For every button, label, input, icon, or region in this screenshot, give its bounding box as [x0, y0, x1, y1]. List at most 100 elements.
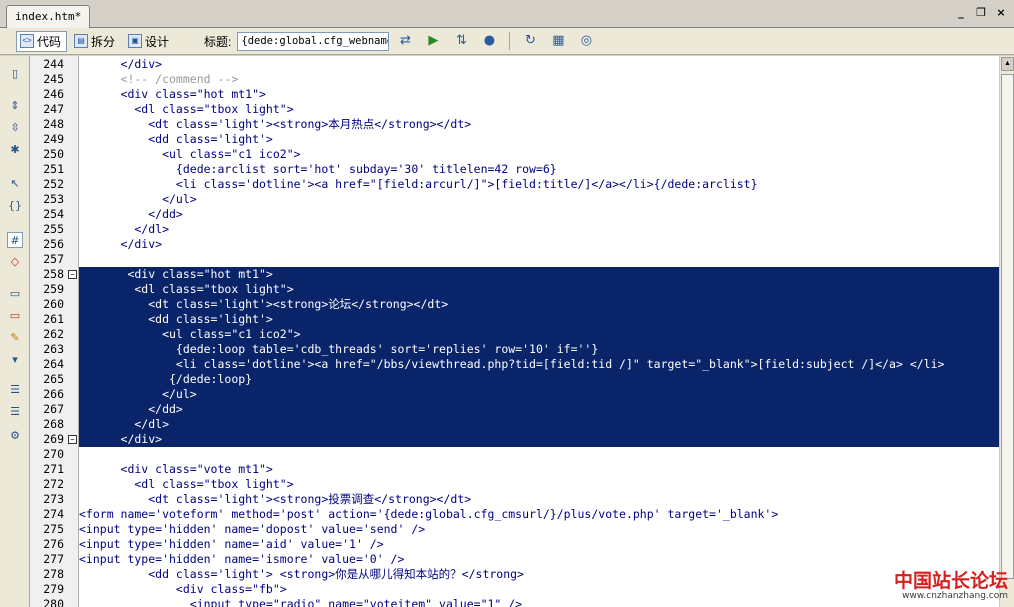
line-number: 255 — [43, 222, 64, 236]
line-number: 279 — [43, 582, 64, 596]
code-line: </div> — [79, 57, 163, 71]
code-line: <dt class='light'><strong>论坛</strong></d… — [79, 297, 449, 312]
code-line: <ul class="c1 ico2"> — [79, 147, 301, 161]
code-line: <input type="radio" name="voteitem" valu… — [79, 597, 523, 607]
line-number: 261 — [43, 312, 64, 326]
document-tab-title: index.htm* — [15, 10, 82, 23]
line-number: 264 — [43, 357, 64, 371]
fold-toggle-icon[interactable]: − — [68, 270, 77, 279]
code-line: </ul> — [79, 192, 197, 206]
code-line: </dd> — [79, 402, 183, 417]
code-line: </dd> — [79, 207, 183, 221]
line-number: 276 — [43, 537, 64, 551]
code-line: {/dede:loop} — [79, 372, 253, 387]
outdent-code-icon[interactable]: ☰ — [7, 404, 23, 420]
code-view-label: 代码 — [37, 34, 62, 49]
restore-icon[interactable]: ❐ — [974, 6, 988, 20]
line-number: 246 — [43, 87, 64, 101]
line-number: 252 — [43, 177, 64, 191]
coding-toolbar: ▯ ⇕ ⇳ ✱ ↖ {} # ◇ ▭ ▭ ✎ ▾ ☰ ☰ ⚙ — [0, 56, 30, 607]
line-number: 260 — [43, 297, 64, 311]
recent-snippets-icon[interactable]: ▾ — [7, 352, 23, 368]
balance-braces-icon[interactable]: {} — [7, 198, 23, 214]
split-view-label: 拆分 — [91, 34, 116, 49]
vertical-scrollbar[interactable]: ▲ — [999, 56, 1014, 607]
visual-aids-icon[interactable]: ◎ — [574, 31, 598, 51]
code-line: <dt class='light'><strong>本月热点</strong><… — [79, 117, 472, 131]
code-line: <form name='voteform' method='post' acti… — [79, 507, 779, 521]
line-number: 272 — [43, 477, 64, 491]
preview-browser-icon[interactable]: ▶ — [421, 31, 445, 51]
line-numbers-icon[interactable]: # — [7, 232, 23, 248]
code-view-button[interactable]: <> 代码 — [16, 30, 68, 52]
code-line: <dd class='light'> — [79, 312, 273, 327]
line-number: 259 — [43, 282, 64, 296]
design-view-icon: ▣ — [128, 34, 143, 48]
code-line: </ul> — [79, 387, 197, 402]
line-number: 248 — [43, 117, 64, 131]
line-number: 262 — [43, 327, 64, 341]
remove-comment-icon[interactable]: ▭ — [7, 308, 23, 324]
code-line: <div class="fb"> — [79, 582, 287, 596]
code-line: <ul class="c1 ico2"> — [79, 327, 301, 342]
line-number: 257 — [43, 252, 64, 266]
line-number: 266 — [43, 387, 64, 401]
line-number: 244 — [43, 57, 64, 71]
format-source-icon[interactable]: ⚙ — [7, 428, 23, 444]
refresh-icon[interactable]: ↻ — [518, 31, 542, 51]
line-number: 263 — [43, 342, 64, 356]
fold-toggle-icon[interactable]: − — [68, 435, 77, 444]
line-number-gutter: 244 245 246 247 248 249 250 251 252 253 254 255 256 2… — [30, 56, 79, 607]
code-line: <dl class="tbox light"> — [79, 282, 294, 297]
title-label: 标题: — [204, 34, 232, 49]
expand-all-icon[interactable]: ✱ — [7, 142, 23, 158]
scroll-up-icon[interactable]: ▲ — [1001, 57, 1014, 71]
line-number: 270 — [43, 447, 64, 461]
indent-code-icon[interactable]: ☰ — [7, 382, 23, 398]
line-number: 249 — [43, 132, 64, 146]
line-number: 271 — [43, 462, 64, 476]
wrap-tag-icon[interactable]: ✎ — [7, 330, 23, 346]
apply-comment-icon[interactable]: ▭ — [7, 286, 23, 302]
design-view-button[interactable]: ▣ 设计 — [124, 31, 175, 52]
split-view-button[interactable]: ▤ 拆分 — [70, 31, 121, 52]
line-number: 277 — [43, 552, 64, 566]
line-number: 253 — [43, 192, 64, 206]
view-options-icon[interactable]: ▦ — [546, 31, 570, 51]
code-line: <!-- /commend --> — [79, 72, 239, 86]
code-line: <div class="hot mt1"> — [79, 87, 266, 101]
split-view-icon: ▤ — [74, 34, 89, 48]
code-line: <dl class="tbox light"> — [79, 102, 294, 116]
scroll-thumb[interactable] — [1001, 74, 1014, 579]
globe-icon[interactable]: ● — [477, 31, 501, 51]
collapse-selection-icon[interactable]: ⇳ — [7, 120, 23, 136]
open-documents-icon[interactable]: ▯ — [7, 66, 23, 82]
watermark-title: 中国站长论坛 — [893, 570, 1008, 592]
close-icon[interactable]: × — [994, 6, 1008, 20]
line-number: 275 — [43, 522, 64, 536]
code-line: <div class="hot mt1"> — [79, 267, 273, 282]
code-line: <input type='hidden' name='ismore' value… — [79, 552, 405, 566]
highlight-invalid-code-icon[interactable]: ◇ — [7, 254, 23, 270]
minimize-icon[interactable]: _ — [954, 6, 968, 20]
line-number: 269 — [43, 432, 64, 446]
line-number: 251 — [43, 162, 64, 176]
code-line: <li class='dotline'><a href="[field:arcu… — [79, 177, 758, 191]
select-parent-tag-icon[interactable]: ↖ — [7, 176, 23, 192]
toolbar-separator — [509, 32, 511, 50]
document-tab-bar: index.htm* _ ❐ × — [0, 0, 1014, 28]
debug-icon[interactable]: ⇅ — [449, 31, 473, 51]
file-management-icon[interactable]: ⇄ — [393, 31, 417, 51]
line-number: 245 — [43, 72, 64, 86]
line-number: 258 — [43, 267, 64, 281]
line-number: 265 — [43, 372, 64, 386]
line-number: 274 — [43, 507, 64, 521]
title-input[interactable]: {dede:global.cfg_webname/ — [237, 31, 390, 51]
code-line: </dl> — [79, 222, 170, 236]
collapse-tag-icon[interactable]: ⇕ — [7, 98, 23, 114]
document-tab[interactable]: index.htm* — [6, 5, 91, 28]
code-line: <dl class="tbox light"> — [79, 477, 294, 491]
code-editor[interactable]: </div> <!-- /commend --> <div class="hot… — [79, 56, 999, 607]
code-line: <dd class='light'> — [79, 132, 273, 146]
code-line: {dede:loop table='cdb_threads' sort='rep… — [79, 342, 599, 357]
